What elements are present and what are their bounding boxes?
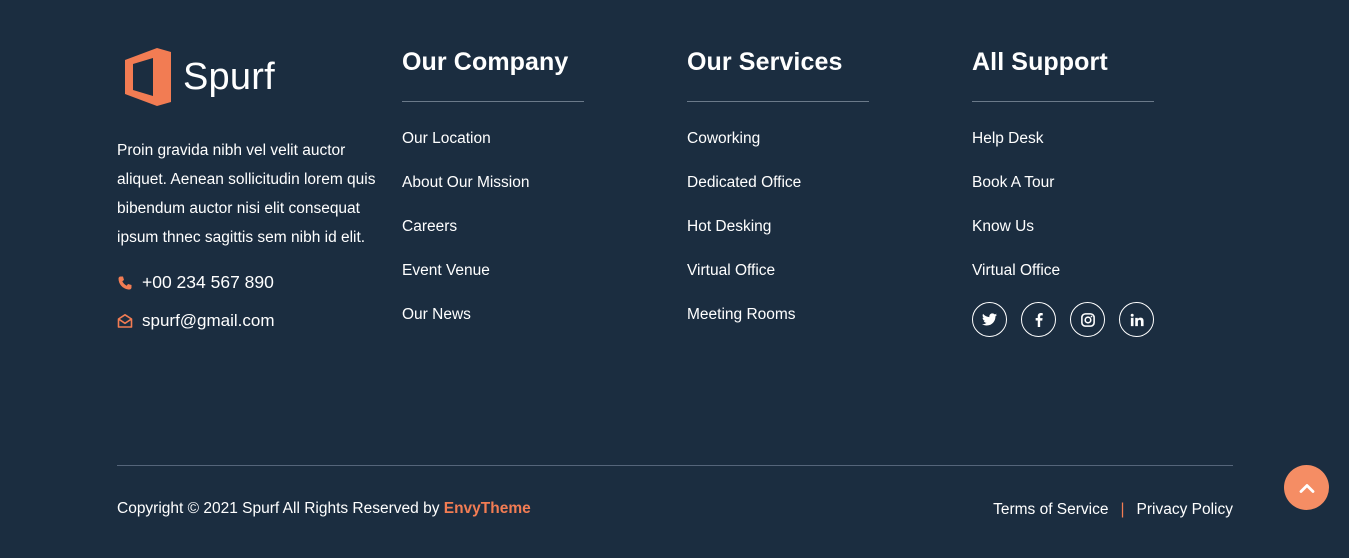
phone-icon — [117, 275, 133, 291]
bottom-divider — [117, 465, 1233, 466]
company-column: Our Company Our Location About Our Missi… — [402, 48, 632, 350]
phone-number: +00 234 567 890 — [142, 272, 274, 292]
footer-link-careers[interactable]: Careers — [402, 218, 457, 235]
support-column: All Support Help Desk Book A Tour Know U… — [972, 48, 1202, 337]
footer-link-our-location[interactable]: Our Location — [402, 130, 491, 147]
linkedin-icon — [1130, 313, 1144, 326]
brand-column: Spurf Proin gravida nibh vel velit aucto… — [117, 46, 377, 331]
column-divider — [687, 101, 869, 102]
back-to-top-button[interactable] — [1284, 465, 1329, 510]
services-links: Coworking Dedicated Office Hot Desking V… — [687, 130, 917, 350]
column-title: All Support — [972, 48, 1108, 76]
chevron-up-icon — [1299, 483, 1314, 493]
site-footer: Spurf Proin gravida nibh vel velit aucto… — [0, 0, 1349, 558]
phone-row[interactable]: +00 234 567 890 — [117, 272, 377, 293]
footer-link-hot-desking[interactable]: Hot Desking — [687, 218, 771, 235]
logo[interactable]: Spurf — [117, 46, 377, 108]
envelope-icon — [117, 313, 133, 329]
privacy-policy-link[interactable]: Privacy Policy — [1137, 501, 1233, 519]
social-links — [972, 302, 1202, 337]
instagram-icon — [1080, 312, 1095, 327]
column-title: Our Company — [402, 48, 569, 76]
company-links: Our Location About Our Mission Careers E… — [402, 130, 632, 350]
footer-link-help-desk[interactable]: Help Desk — [972, 130, 1044, 147]
facebook-icon — [1035, 312, 1043, 327]
logo-icon — [125, 48, 171, 106]
about-text: Proin gravida nibh vel velit auctor aliq… — [117, 142, 376, 246]
footer-link-book-a-tour[interactable]: Book A Tour — [972, 174, 1054, 191]
support-links: Help Desk Book A Tour Know Us Virtual Of… — [972, 130, 1202, 306]
footer-link-dedicated-office[interactable]: Dedicated Office — [687, 174, 801, 191]
column-divider — [402, 101, 584, 102]
footer-link-meeting-rooms[interactable]: Meeting Rooms — [687, 306, 796, 323]
copyright-prefix: Copyright © 2021 Spurf All Rights Reserv… — [117, 500, 444, 517]
services-column: Our Services Coworking Dedicated Office … — [687, 48, 917, 350]
legal-links: Terms of Service | Privacy Policy — [993, 501, 1233, 519]
envytheme-link[interactable]: EnvyTheme — [444, 500, 531, 517]
column-divider — [972, 101, 1154, 102]
email-row[interactable]: spurf@gmail.com — [117, 311, 377, 331]
logo-text: Spurf — [183, 55, 275, 98]
instagram-button[interactable] — [1070, 302, 1105, 337]
footer-link-about-our-mission[interactable]: About Our Mission — [402, 174, 530, 191]
copyright-text: Copyright © 2021 Spurf All Rights Reserv… — [117, 500, 531, 518]
twitter-icon — [982, 313, 997, 326]
column-title: Our Services — [687, 48, 843, 76]
legal-separator: | — [1120, 501, 1125, 518]
footer-link-support-virtual-office[interactable]: Virtual Office — [972, 262, 1060, 279]
footer-link-event-venue[interactable]: Event Venue — [402, 262, 490, 279]
linkedin-button[interactable] — [1119, 302, 1154, 337]
email-address: spurf@gmail.com — [142, 311, 275, 330]
footer-link-virtual-office[interactable]: Virtual Office — [687, 262, 775, 279]
facebook-button[interactable] — [1021, 302, 1056, 337]
footer-link-know-us[interactable]: Know Us — [972, 218, 1034, 235]
twitter-button[interactable] — [972, 302, 1007, 337]
terms-of-service-link[interactable]: Terms of Service — [993, 501, 1108, 519]
footer-link-our-news[interactable]: Our News — [402, 306, 471, 323]
footer-link-coworking[interactable]: Coworking — [687, 130, 760, 147]
